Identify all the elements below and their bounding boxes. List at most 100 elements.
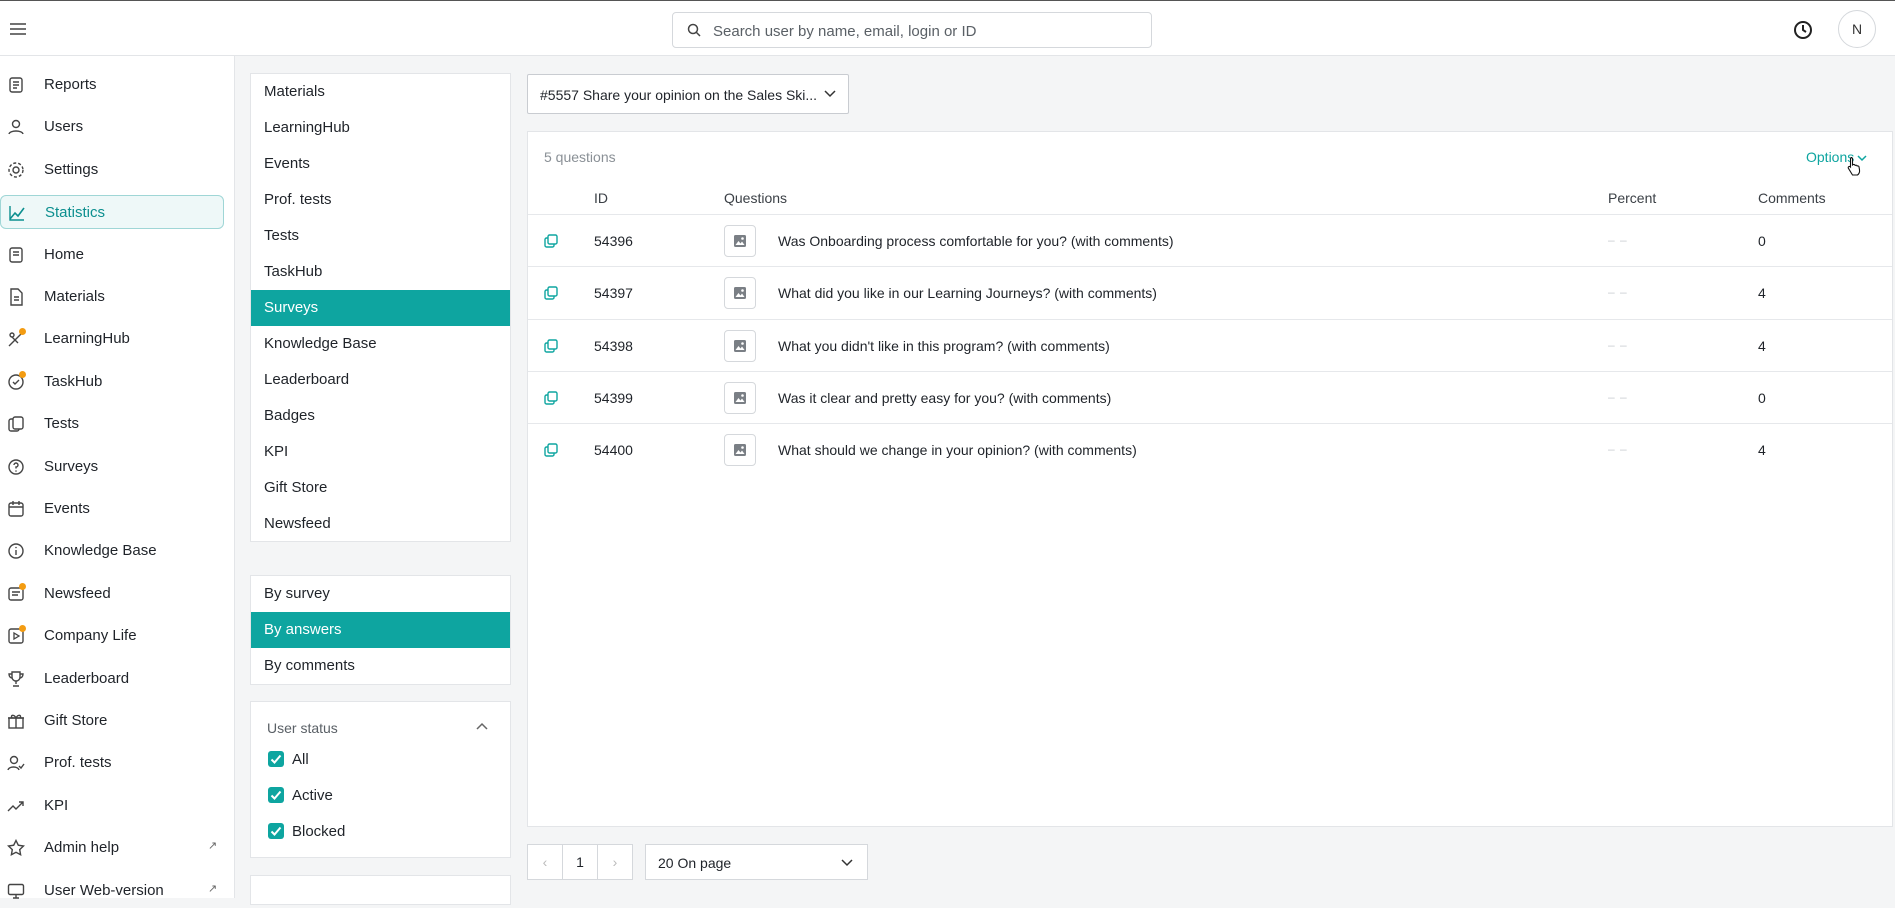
section-item-taskhub[interactable]: TaskHub [251, 254, 510, 290]
question-text: What should we change in your opinion? (… [778, 442, 1137, 459]
comments-count: 0 [1758, 389, 1766, 406]
question-id: 54399 [594, 389, 633, 406]
next-page-button[interactable]: › [597, 844, 633, 880]
prev-page-button[interactable]: ‹ [527, 844, 563, 880]
view-item-by-survey[interactable]: By survey [251, 576, 510, 612]
top-bar: N [0, 0, 1895, 56]
copy-icon[interactable] [544, 286, 558, 300]
user-avatar[interactable]: N [1838, 10, 1876, 48]
sidebar-item-gift-store[interactable]: Gift Store [0, 704, 224, 738]
sidebar-item-surveys[interactable]: Surveys [0, 450, 224, 484]
history-icon[interactable] [1792, 19, 1814, 41]
survey-select[interactable]: #5557 Share your opinion on the Sales Sk… [527, 74, 849, 114]
sidebar-item-learninghub[interactable]: LearningHub [0, 322, 224, 356]
user-status-header[interactable]: User status [251, 702, 510, 742]
table-row[interactable]: 54397 What did you like in our Learning J… [528, 266, 1892, 318]
section-item-gift-store[interactable]: Gift Store [251, 470, 510, 506]
sidebar-item-users[interactable]: Users [0, 110, 224, 144]
sidebar-item-label: Knowledge Base [44, 542, 157, 560]
checkbox-checked-icon[interactable] [268, 751, 284, 767]
comments-count: 4 [1758, 285, 1766, 302]
per-page-select[interactable]: 20 On page [645, 844, 868, 880]
col-questions[interactable]: Questions [724, 190, 787, 206]
sidebar-item-label: Leaderboard [44, 669, 130, 687]
search-input[interactable] [711, 13, 1145, 49]
trophy-icon [7, 670, 25, 688]
sidebar-item-knowledge-base[interactable]: Knowledge Base [0, 534, 224, 568]
sidebar-item-newsfeed[interactable]: Newsfeed [0, 577, 224, 611]
gift-icon [7, 712, 25, 730]
col-percent[interactable]: Percent [1608, 190, 1656, 206]
sidebar-item-kpi[interactable]: KPI [0, 789, 224, 823]
sidebar-item-taskhub[interactable]: TaskHub [0, 365, 224, 399]
checkbox-checked-icon[interactable] [268, 787, 284, 803]
section-item-newsfeed[interactable]: Newsfeed [251, 506, 510, 542]
sidebar-item-label: Settings [44, 160, 99, 178]
section-item-surveys[interactable]: Surveys [251, 290, 510, 326]
section-item-leaderboard[interactable]: Leaderboard [251, 362, 510, 398]
sidebar-item-events[interactable]: Events [0, 492, 224, 526]
question-text: What you didn't like in this program? (w… [778, 337, 1110, 354]
copy-icon[interactable] [544, 391, 558, 405]
copy-icon[interactable] [544, 338, 558, 353]
copy-icon[interactable] [544, 443, 558, 457]
sidebar-item-label: Surveys [44, 457, 99, 475]
table-row[interactable]: 54400 What should we change in your opini… [528, 423, 1892, 475]
external-link-icon: ↗ [208, 840, 218, 853]
section-item-materials[interactable]: Materials [251, 74, 510, 110]
sidebar-item-materials[interactable]: Materials [0, 280, 224, 314]
section-item-kpi[interactable]: KPI [251, 434, 510, 470]
sidebar-item-prof-tests[interactable]: Prof. tests [0, 746, 224, 780]
sidebar-item-label: Reports [44, 76, 97, 93]
sidebar-item-settings[interactable]: Settings [0, 153, 224, 187]
extra-filter-panel [250, 875, 511, 905]
section-item-knowledge-base[interactable]: Knowledge Base [251, 326, 510, 362]
section-item-badges[interactable]: Badges [251, 398, 510, 434]
question-count: 5 questions [544, 149, 616, 165]
view-item-by-comments[interactable]: By comments [251, 648, 510, 684]
status-option-blocked[interactable]: Blocked [251, 814, 510, 850]
reports-icon [7, 76, 25, 94]
search-icon [687, 23, 701, 37]
sidebar-item-statistics[interactable]: Statistics [0, 195, 224, 230]
checkbox-checked-icon[interactable] [268, 823, 284, 839]
view-item-by-answers[interactable]: By answers [251, 612, 510, 648]
section-item-events[interactable]: Events [251, 146, 510, 182]
sidebar-item-tests[interactable]: Tests [0, 407, 224, 441]
sidebar-item-label: Prof. tests [44, 754, 112, 772]
sidebar-item-label: Home [44, 245, 85, 263]
section-item-prof-tests[interactable]: Prof. tests [251, 182, 510, 218]
copy-icon[interactable] [544, 234, 558, 248]
comments-count: 0 [1758, 233, 1766, 249]
status-option-all[interactable]: All [251, 742, 510, 778]
user-status-title: User status [267, 720, 338, 736]
col-id[interactable]: ID [594, 190, 608, 206]
sidebar-item-reports[interactable]: Reports [0, 68, 224, 102]
table-row[interactable]: 54399 Was it clear and pretty easy for yo… [528, 370, 1892, 423]
question-id: 54398 [594, 337, 633, 354]
sidebar-item-leaderboard[interactable]: Leaderboard [0, 662, 224, 696]
status-option-label: Blocked [292, 823, 346, 840]
notification-dot [19, 370, 26, 378]
menu-icon[interactable] [8, 19, 28, 39]
table-row[interactable]: 54398 What you didn't like in this progra… [528, 318, 1892, 371]
col-comments[interactable]: Comments [1758, 190, 1826, 206]
question-text: Was Onboarding process comfortable for y… [778, 233, 1174, 249]
sidebar-item-label: Tests [44, 415, 80, 433]
sidebar-item-home[interactable]: Home [0, 238, 224, 272]
table-row[interactable]: 54396 Was Onboarding process comfortable … [528, 214, 1892, 266]
sidebar-item-company-life[interactable]: Company Life [0, 619, 224, 653]
status-option-active[interactable]: Active [251, 778, 510, 814]
section-item-tests[interactable]: Tests [251, 218, 510, 254]
sidebar-item-admin-help[interactable]: Admin help ↗ [0, 831, 224, 865]
page-number[interactable]: 1 [562, 844, 598, 880]
comments-count: 4 [1758, 442, 1766, 459]
kpi-trend-icon [7, 797, 25, 815]
section-item-learninghub[interactable]: LearningHub [251, 110, 510, 146]
settings-icon [7, 161, 25, 179]
home-icon [7, 246, 25, 264]
sidebar-item-user-web-version[interactable]: User Web-version ↗ [0, 874, 224, 908]
external-link-icon: ↗ [208, 882, 218, 895]
chevron-up-icon[interactable] [476, 722, 488, 730]
question-id: 54396 [594, 233, 633, 249]
